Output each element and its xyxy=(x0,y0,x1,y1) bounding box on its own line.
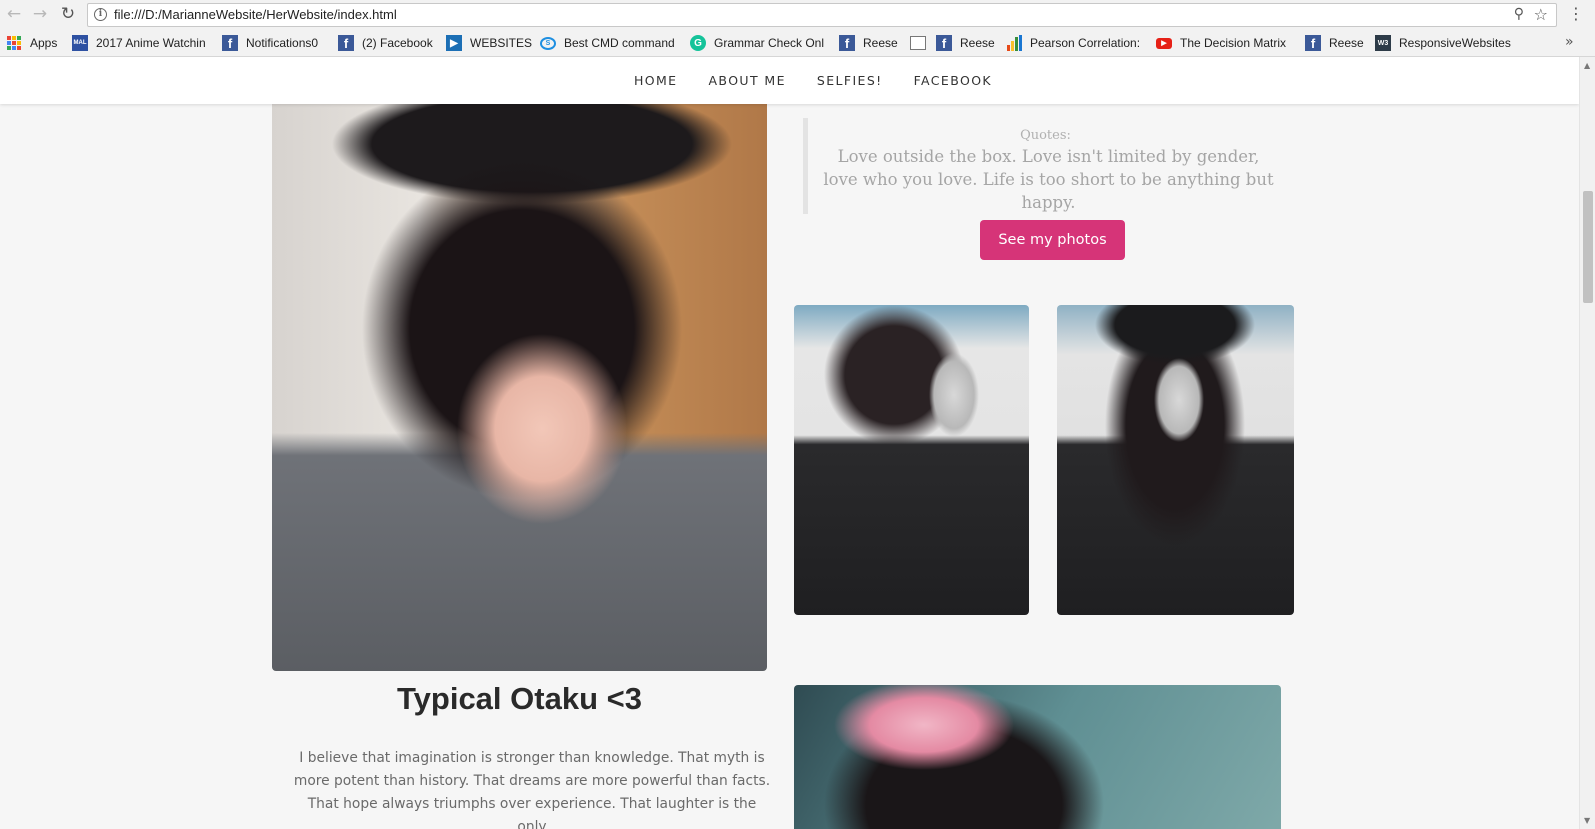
myanimelist-icon: MAL xyxy=(72,35,88,51)
browser-toolbar: ← → ↻ i file:///D:/MarianneWebsite/HerWe… xyxy=(0,0,1595,29)
facebook-icon: f xyxy=(1305,35,1321,51)
cmd-icon: S xyxy=(540,36,556,50)
address-bar[interactable]: i file:///D:/MarianneWebsite/HerWebsite/… xyxy=(87,3,1557,27)
more-bookmarks-icon[interactable]: » xyxy=(1565,34,1574,50)
caption-title: Typical Otaku <3 xyxy=(397,681,642,716)
page-viewport: HOME ABOUT ME SELFIES! FACEBOOK Quotes: … xyxy=(0,57,1579,829)
grammarly-icon: G xyxy=(690,35,706,51)
see-photos-button[interactable]: See my photos xyxy=(980,220,1125,260)
bookmark-reese-1[interactable]: f Reese xyxy=(839,35,898,51)
bookmark-label: ResponsiveWebsites xyxy=(1399,36,1511,50)
bookmark-facebook[interactable]: f (2) Facebook xyxy=(338,35,433,51)
bookmark-anime[interactable]: MAL 2017 Anime Watchin xyxy=(72,35,206,51)
back-icon[interactable]: ← xyxy=(4,4,24,24)
nav-about-me[interactable]: ABOUT ME xyxy=(708,73,785,88)
bookmark-cmd[interactable]: S Best CMD command xyxy=(540,35,675,51)
caption-text: I believe that imagination is stronger t… xyxy=(293,750,771,829)
nav-facebook[interactable]: FACEBOOK xyxy=(914,73,992,88)
bookmark-apps[interactable]: Apps xyxy=(6,35,57,51)
bookmark-pearson[interactable]: Pearson Correlation: xyxy=(1006,35,1140,51)
bookmarks-bar: Apps MAL 2017 Anime Watchin f Notificati… xyxy=(0,29,1595,57)
scroll-thumb[interactable] xyxy=(1583,191,1593,303)
nav-home[interactable]: HOME xyxy=(634,73,678,88)
youtube-icon: ▶ xyxy=(1156,37,1172,49)
bookmark-label: Reese xyxy=(1329,36,1364,50)
apps-grid-icon xyxy=(6,35,22,51)
browser-menu-icon[interactable]: ⋮ xyxy=(1568,4,1584,24)
bookmark-label: Grammar Check Onl xyxy=(714,36,825,50)
bookmark-label: Reese xyxy=(863,36,898,50)
bookmark-document[interactable] xyxy=(910,35,934,51)
mirror-selfie-photo-2[interactable] xyxy=(1057,305,1294,615)
bookmark-decision-matrix[interactable]: ▶ The Decision Matrix xyxy=(1156,35,1286,51)
bookmark-grammar[interactable]: G Grammar Check Onl xyxy=(690,35,824,51)
bookmark-reese-2[interactable]: f Reese xyxy=(936,35,995,51)
nav-selfies[interactable]: SELFIES! xyxy=(817,73,883,88)
bookmark-star-icon[interactable]: ☆ xyxy=(1534,5,1548,24)
mirror-selfie-photo-1[interactable] xyxy=(794,305,1029,615)
site-navigation: HOME ABOUT ME SELFIES! FACEBOOK xyxy=(0,57,1579,104)
bookmark-label: Pearson Correlation: xyxy=(1030,36,1141,50)
quote-block: Quotes: Love outside the box. Love isn't… xyxy=(803,118,1283,214)
facebook-icon: f xyxy=(338,35,354,51)
bookmark-label: 2017 Anime Watchin xyxy=(96,36,206,50)
bookmark-label: Reese xyxy=(960,36,995,50)
websites-icon: ▶ xyxy=(446,35,462,51)
bookmark-reese-3[interactable]: f Reese xyxy=(1305,35,1364,51)
quote-label: Quotes: xyxy=(1020,128,1071,143)
bookmark-label: (2) Facebook xyxy=(362,36,433,50)
facebook-icon: f xyxy=(839,35,855,51)
flower-crown-photo[interactable] xyxy=(794,685,1281,829)
bookmark-label: WEBSITES xyxy=(470,36,533,50)
scroll-up-icon[interactable]: ▲ xyxy=(1584,61,1590,70)
facebook-icon: f xyxy=(222,35,238,51)
quote-text: Love outside the box. Love isn't limited… xyxy=(823,147,1274,212)
address-url[interactable]: file:///D:/MarianneWebsite/HerWebsite/in… xyxy=(114,7,397,22)
bookmark-notifications[interactable]: f Notifications0 xyxy=(222,35,318,51)
bookmark-label: Apps xyxy=(30,36,58,50)
facebook-icon: f xyxy=(936,35,952,51)
bookmark-label: Notifications0 xyxy=(246,36,319,50)
main-portrait-photo xyxy=(272,104,767,671)
w3schools-icon: W3 xyxy=(1375,35,1391,51)
bookmark-websites[interactable]: ▶ WEBSITES xyxy=(446,35,532,51)
scroll-down-icon[interactable]: ▼ xyxy=(1584,816,1590,825)
zoom-icon[interactable]: ⚲ xyxy=(1514,6,1524,22)
bookmark-label: Best CMD command xyxy=(564,36,675,50)
bookmark-responsive[interactable]: W3 ResponsiveWebsites xyxy=(1375,35,1511,51)
site-info-icon[interactable]: i xyxy=(94,8,107,21)
reload-icon[interactable]: ↻ xyxy=(58,4,78,24)
bookmark-label: The Decision Matrix xyxy=(1180,36,1287,50)
page-scrollbar[interactable]: ▲ ▼ xyxy=(1579,57,1595,829)
document-icon xyxy=(910,36,926,50)
bar-chart-icon xyxy=(1006,35,1022,51)
forward-icon[interactable]: → xyxy=(30,4,50,24)
